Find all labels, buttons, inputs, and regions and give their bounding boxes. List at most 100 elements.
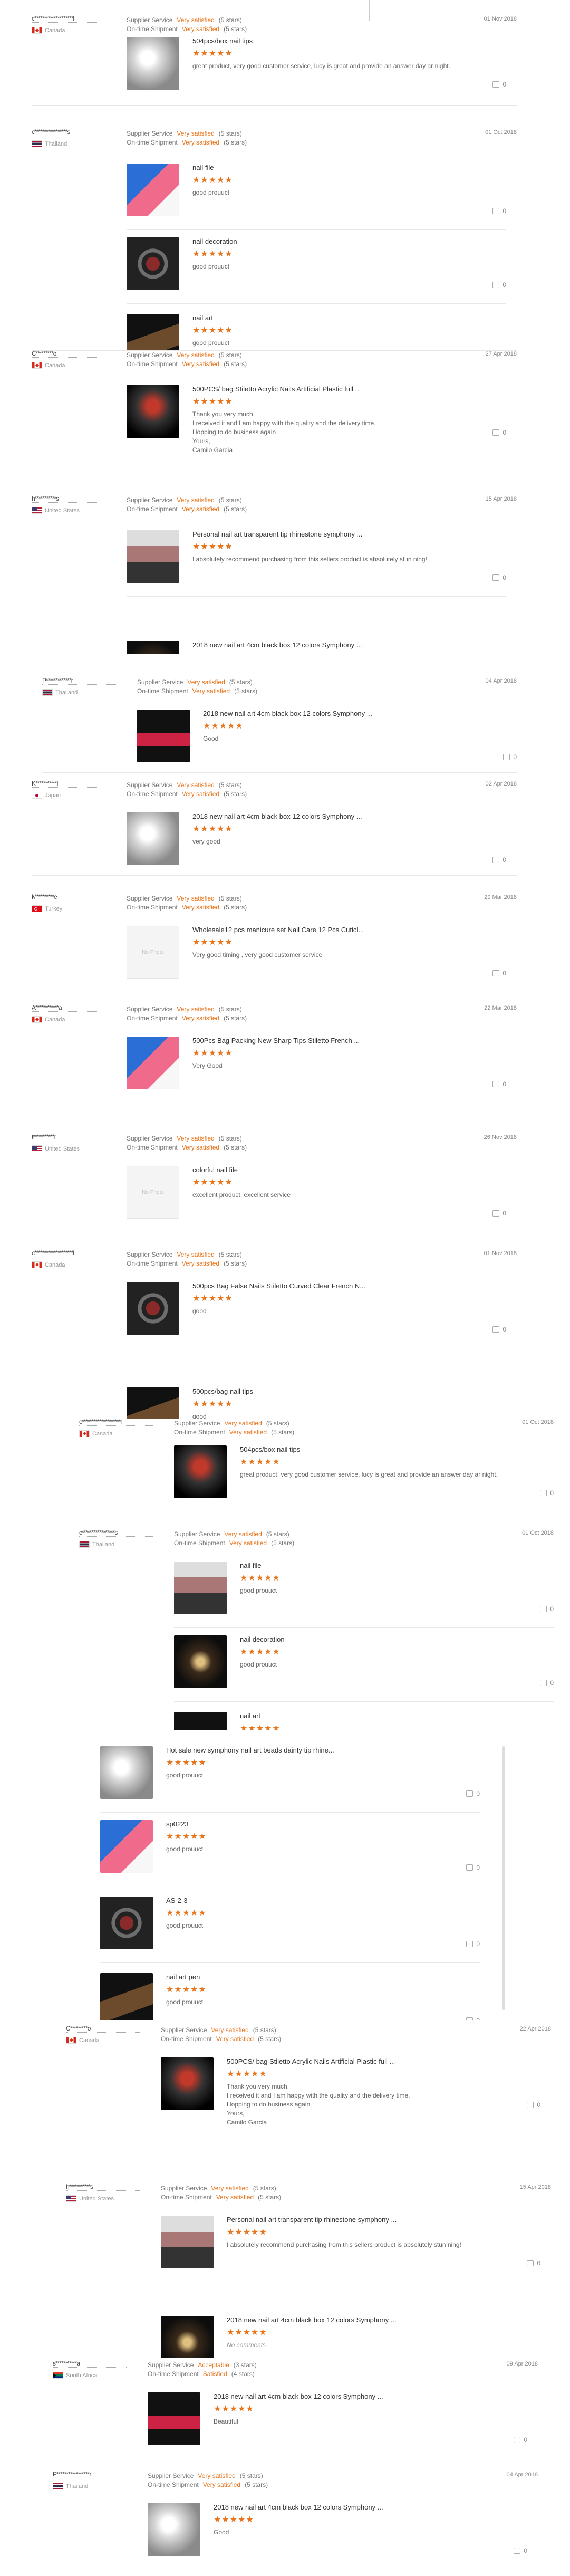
product-thumbnail[interactable]	[148, 2503, 200, 2556]
product-title-link[interactable]: nail art	[192, 314, 488, 322]
product-thumbnail[interactable]	[127, 37, 179, 90]
product-title-link[interactable]: 504pcs/box nail tips	[240, 1445, 535, 1453]
product-title-link[interactable]: nail decoration	[240, 1635, 535, 1643]
no-photo-placeholder[interactable]: No Photo	[127, 926, 179, 979]
helpful-count: 0	[524, 2436, 527, 2444]
buyer-name[interactable]: c********************l	[32, 16, 105, 23]
no-photo-placeholder[interactable]: No Photo	[127, 1166, 179, 1219]
helpful-button[interactable]: 0	[492, 963, 506, 984]
rating-stars-count: (5 stars)	[218, 496, 242, 504]
product-thumbnail[interactable]	[127, 1282, 179, 1335]
buyer-name[interactable]: t***********r	[32, 1134, 105, 1141]
product-title-link[interactable]: 2018 new nail art 4cm black box 12 color…	[203, 710, 498, 717]
product-thumbnail[interactable]	[100, 1897, 153, 1949]
helpful-button[interactable]: 0	[514, 2540, 527, 2561]
product-thumbnail[interactable]	[127, 1037, 179, 1089]
buyer-name[interactable]: c*****************s	[79, 1530, 153, 1537]
buyer-name[interactable]: P*****************r	[53, 2472, 127, 2478]
helpful-button[interactable]: 0	[492, 1319, 506, 1340]
helpful-button[interactable]: 0	[466, 1933, 480, 1955]
product-title-link[interactable]: 2018 new nail art 4cm black box 12 color…	[192, 812, 488, 820]
helpful-button[interactable]: 0	[492, 74, 506, 95]
product-title-link[interactable]: Wholesale12 pcs manicure set Nail Care 1…	[192, 926, 488, 934]
product-thumbnail[interactable]	[148, 2392, 200, 2445]
product-thumbnail[interactable]	[127, 812, 179, 865]
helpful-button[interactable]: 0	[527, 2094, 540, 2115]
helpful-button[interactable]: 0	[540, 1672, 554, 1693]
product-thumbnail[interactable]	[127, 164, 179, 216]
product-thumbnail[interactable]	[127, 1387, 179, 1419]
helpful-button[interactable]: 0	[540, 1482, 554, 1504]
helpful-button[interactable]: 0	[466, 1857, 480, 1878]
seller-ratings: Supplier Service Very satisfied (5 stars) O…	[174, 1530, 294, 1548]
buyer-name[interactable]: s***********a	[53, 2361, 127, 2368]
helpful-button[interactable]: 0	[466, 1783, 480, 1804]
product-title-link[interactable]: 2018 new nail art 4cm black box 12 color…	[227, 2316, 522, 2324]
buyer-name[interactable]: A************a	[32, 1005, 105, 1012]
product-thumbnail[interactable]	[174, 1712, 227, 1730]
buyer-name[interactable]: C*********o	[66, 2026, 140, 2033]
buyer-name[interactable]: c********************l	[79, 1419, 153, 1426]
product-title-link[interactable]: nail decoration	[192, 237, 488, 245]
helpful-button[interactable]: 0	[527, 2253, 540, 2274]
helpful-button[interactable]: 0	[492, 567, 506, 588]
buyer-name[interactable]: h***********s	[32, 496, 105, 503]
product-thumbnail[interactable]	[127, 530, 179, 583]
helpful-button[interactable]: 0	[492, 849, 506, 870]
helpful-button[interactable]: 0	[503, 746, 517, 768]
product-thumbnail[interactable]	[161, 2316, 214, 2358]
product-title-link[interactable]: Hot sale new symphony nail art beads dai…	[166, 1746, 461, 1754]
buyer-name[interactable]: M*********e	[32, 894, 105, 901]
buyer-name[interactable]: K***********I	[32, 781, 105, 788]
product-title-link[interactable]: 2018 new nail art 4cm black box 12 color…	[214, 2503, 509, 2511]
helpful-button[interactable]: 0	[492, 200, 506, 222]
product-thumbnail[interactable]	[127, 237, 179, 290]
buyer-name[interactable]: C*********o	[32, 351, 105, 358]
product-thumbnail[interactable]	[174, 1635, 227, 1688]
product-title-link[interactable]: nail art	[240, 1712, 535, 1720]
product-title-link[interactable]: Personal nail art transparent tip rhines…	[227, 2216, 522, 2224]
helpful-button[interactable]: 0	[540, 1598, 554, 1620]
product-thumbnail[interactable]	[127, 314, 179, 351]
product-thumbnail[interactable]	[127, 641, 179, 654]
product-title-link[interactable]: 500PCS/ bag Stiletto Acrylic Nails Artif…	[192, 385, 488, 393]
helpful-button[interactable]: 0	[466, 2010, 480, 2020]
helpful-button[interactable]: 0	[492, 1074, 506, 1095]
product-title-link[interactable]: 504pcs/box nail tips	[192, 37, 488, 45]
product-title-link[interactable]: sp0223	[166, 1820, 461, 1828]
product-thumbnail[interactable]	[174, 1562, 227, 1614]
product-title-link[interactable]: 500pcs/bag nail tips	[192, 1387, 488, 1395]
helpful-button[interactable]: 0	[514, 2429, 527, 2450]
helpful-button[interactable]: 0	[492, 422, 506, 443]
buyer-name[interactable]: c********************l	[32, 1250, 105, 1257]
product-title-link[interactable]: 2018 new nail art 4cm black box 12 color…	[192, 641, 488, 649]
product-title-link[interactable]: 500Pcs Bag Packing New Sharp Tips Stilet…	[192, 1037, 488, 1045]
buyer-name[interactable]: c*****************s	[32, 129, 105, 136]
product-thumbnail[interactable]	[161, 2216, 214, 2268]
product-title-link[interactable]: AS-2-3	[166, 1897, 461, 1904]
product-thumbnail[interactable]	[100, 1820, 153, 1873]
product-title-link[interactable]: Personal nail art transparent tip rhines…	[192, 530, 488, 538]
product-thumbnail[interactable]	[100, 1746, 153, 1799]
star-rating: ★★★★★	[214, 2515, 254, 2524]
product-title-link[interactable]: colorful nail file	[192, 1166, 488, 1174]
scrollbar[interactable]	[502, 1746, 505, 2010]
product-title-link[interactable]: 500PCS/ bag Stiletto Acrylic Nails Artif…	[227, 2057, 522, 2065]
seller-ratings: Supplier Service Very satisfied (5 stars) O…	[127, 781, 247, 799]
product-title-link[interactable]: nail file	[192, 164, 488, 171]
product-title-link[interactable]: 500pcs Bag False Nails Stiletto Curved C…	[192, 1282, 488, 1290]
product-thumbnail[interactable]	[137, 710, 190, 762]
product-title-link[interactable]: nail art pen	[166, 1973, 461, 1981]
helpful-button[interactable]: 0	[492, 274, 506, 295]
rating-stars-count: (3 stars)	[233, 2361, 257, 2369]
helpful-button[interactable]: 0	[492, 1203, 506, 1224]
feedback-body: 2018 new nail art 4cm black box 12 color…	[227, 2316, 522, 2350]
product-thumbnail[interactable]	[161, 2057, 214, 2110]
product-thumbnail[interactable]	[127, 385, 179, 438]
product-title-link[interactable]: nail file	[240, 1562, 535, 1569]
product-thumbnail[interactable]	[174, 1445, 227, 1498]
product-title-link[interactable]: 2018 new nail art 4cm black box 12 color…	[214, 2392, 509, 2400]
buyer-name[interactable]: P*************r	[42, 678, 116, 685]
product-thumbnail[interactable]	[100, 1973, 153, 2020]
buyer-name[interactable]: h***********s	[66, 2184, 140, 2191]
